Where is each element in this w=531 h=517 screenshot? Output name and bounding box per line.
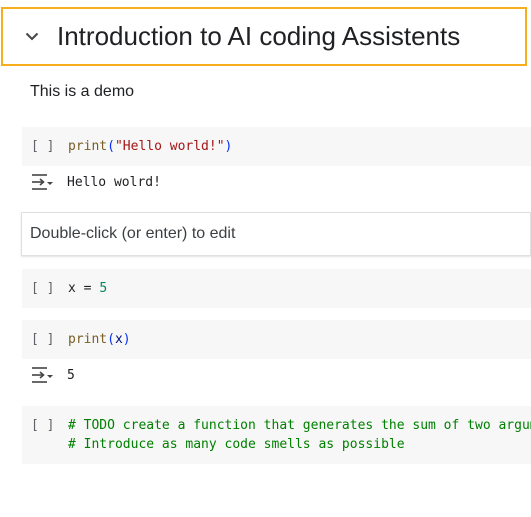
- code-token-operator: =: [75, 281, 100, 296]
- notebook-page: Introduction to AI coding Assistents Thi…: [0, 0, 531, 517]
- code-token-paren: (: [107, 332, 115, 347]
- code-token-variable: x: [68, 281, 76, 296]
- code-comment-line-1[interactable]: # TODO create a function that generates …: [68, 418, 531, 433]
- code-token-paren: ): [224, 139, 233, 154]
- code-token-number: 5: [99, 281, 108, 296]
- output-toggle-icon[interactable]: [31, 173, 53, 191]
- output-toggle-icon[interactable]: [31, 366, 53, 384]
- run-cell-button[interactable]: [ ]: [31, 332, 54, 347]
- run-cell-button[interactable]: [ ]: [31, 418, 54, 433]
- cell-output-1: Hello wolrd!: [31, 173, 161, 191]
- code-comment-line-2[interactable]: # Introduce as many code smells as possi…: [68, 437, 405, 452]
- code-cell-3[interactable]: [ ] print(x): [22, 320, 531, 359]
- code-line[interactable]: x = 5: [68, 281, 107, 296]
- code-cell-4[interactable]: [ ] # TODO create a function that genera…: [22, 406, 531, 464]
- code-line[interactable]: print(x): [68, 332, 131, 347]
- chevron-down-icon[interactable]: [22, 27, 42, 47]
- code-line[interactable]: print("Hello world!"): [68, 139, 232, 154]
- code-token-paren: (: [107, 139, 115, 154]
- output-text: 5: [67, 367, 75, 383]
- text-cell[interactable]: This is a demo: [30, 83, 134, 101]
- section-title: Introduction to AI coding Assistents: [57, 21, 461, 51]
- code-token-string: "Hello world!": [114, 139, 225, 154]
- code-token-paren: ): [122, 332, 131, 347]
- code-token-function: print: [68, 139, 108, 154]
- code-token-function: print: [68, 332, 108, 347]
- code-token-variable: x: [114, 332, 123, 347]
- code-cell-1[interactable]: [ ] print("Hello world!"): [22, 127, 531, 166]
- markdown-cell[interactable]: Double-click (or enter) to edit: [21, 212, 531, 256]
- section-heading-cell[interactable]: Introduction to AI coding Assistents: [1, 7, 527, 66]
- run-cell-button[interactable]: [ ]: [31, 281, 54, 296]
- code-cell-2[interactable]: [ ] x = 5: [22, 269, 531, 308]
- run-cell-button[interactable]: [ ]: [31, 139, 54, 154]
- cell-output-3: 5: [31, 366, 75, 384]
- output-text: Hello wolrd!: [67, 174, 161, 190]
